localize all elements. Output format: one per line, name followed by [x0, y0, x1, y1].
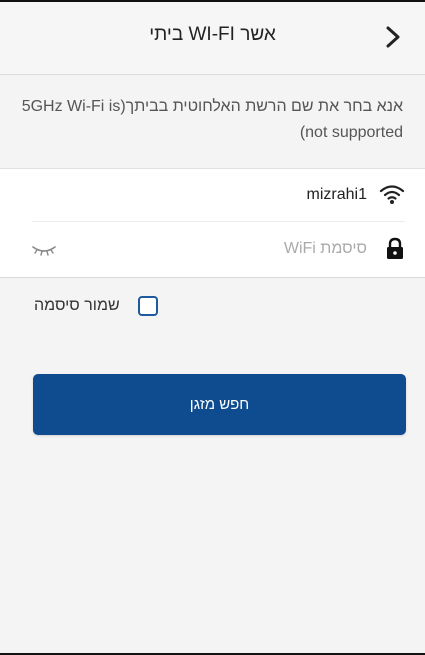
wifi-password-input[interactable] — [80, 232, 367, 266]
save-password-checkbox[interactable] — [138, 296, 158, 316]
network-card: mizrahi1 — [0, 169, 425, 278]
eye-closed-icon[interactable] — [30, 242, 58, 258]
ssid-row[interactable]: mizrahi1 — [32, 169, 405, 222]
header-bar: אשר WI-FI ביתי — [0, 2, 425, 75]
password-row — [0, 222, 425, 277]
screen: אשר WI-FI ביתי אנא בחר את שם הרשת האלחוט… — [0, 0, 425, 655]
lock-icon — [385, 237, 405, 261]
search-ac-button[interactable]: חפש מזגן — [33, 374, 406, 435]
page-title: אשר WI-FI ביתי — [149, 24, 276, 45]
save-password-row: שמור סיסמה — [0, 293, 425, 323]
instructions-text: אנא בחר את שם הרשת האלחוטית בביתך(5GHz W… — [21, 98, 403, 141]
wifi-icon — [379, 182, 405, 206]
instructions: אנא בחר את שם הרשת האלחוטית בביתך(5GHz W… — [0, 76, 425, 169]
chevron-right-icon[interactable] — [378, 22, 408, 52]
ssid-label: mizrahi1 — [306, 186, 367, 203]
save-password-label[interactable]: שמור סיסמה — [34, 297, 120, 315]
